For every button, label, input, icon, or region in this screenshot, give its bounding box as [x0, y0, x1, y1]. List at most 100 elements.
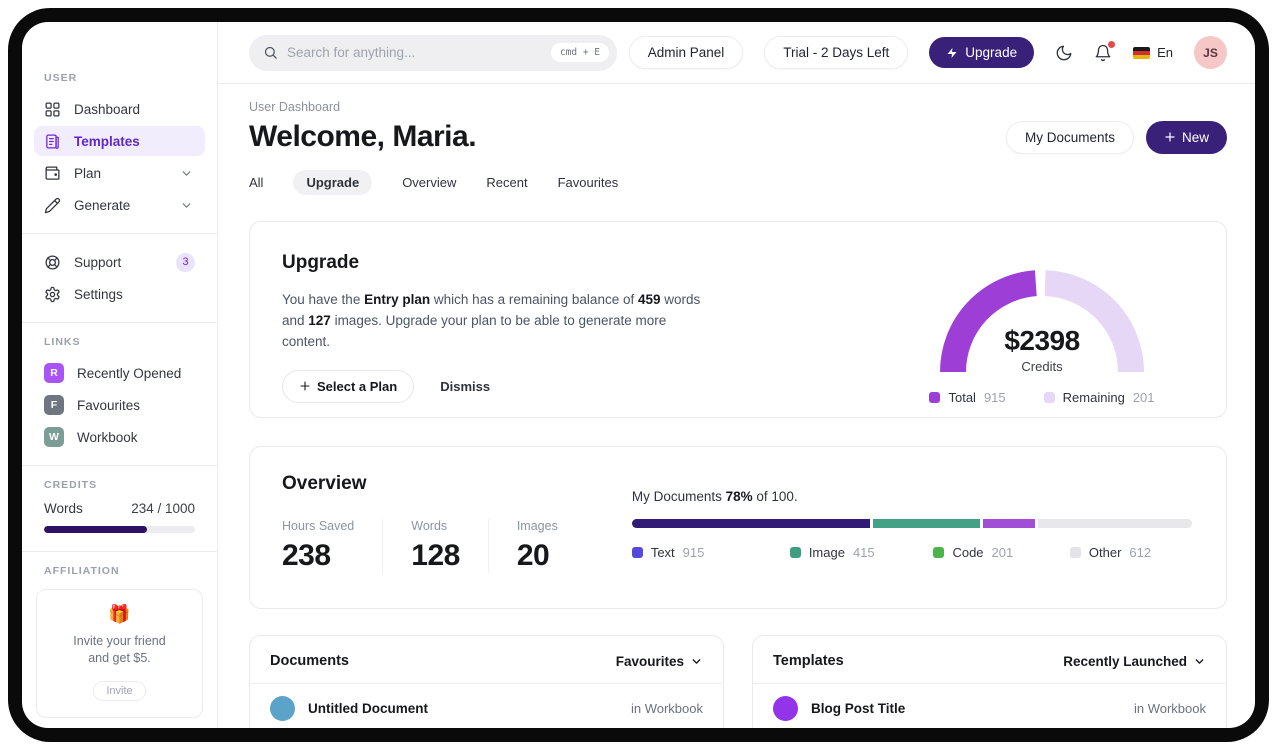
sidebar-item-templates[interactable]: Templates [34, 126, 205, 156]
plus-icon [300, 381, 310, 391]
chevron-down-icon[interactable] [178, 167, 195, 180]
dismiss-button[interactable]: Dismiss [440, 379, 490, 394]
legend-swatch [933, 547, 945, 558]
sidebar-item-dashboard[interactable]: Dashboard [34, 94, 205, 124]
overview-card: Overview Hours Saved 238 Words 128 Image… [249, 446, 1227, 609]
caption-text: My Documents [631, 489, 726, 504]
wallet-icon [45, 165, 60, 180]
images-balance: 127 [308, 312, 331, 328]
search-placeholder: Search for anything... [287, 45, 416, 60]
tab-recent[interactable]: Recent [486, 170, 527, 195]
body-text: images. Upgrade your plan to be able to … [282, 312, 667, 349]
upgrade-card: Upgrade You have the Entry plan which ha… [249, 221, 1227, 418]
body-text: which has a remaining balance of [430, 292, 638, 307]
gift-icon: 🎁 [108, 604, 131, 624]
chevron-down-icon [692, 658, 701, 664]
tab-upgrade[interactable]: Upgrade [293, 170, 373, 195]
filter-tabs: All Upgrade Overview Recent Favourites [249, 170, 1227, 195]
user-avatar[interactable]: JS [1194, 36, 1227, 69]
trial-badge-button[interactable]: Trial - 2 Days Left [764, 36, 909, 69]
upgrade-button[interactable]: Upgrade [929, 37, 1035, 68]
progress-caption: My Documents 78% of 100. [632, 489, 1192, 504]
documents-progress-block: My Documents 78% of 100. Text 915 Image … [631, 473, 1192, 608]
sidebar-item-generate[interactable]: Generate [34, 190, 205, 220]
sidebar-item-label: Favourites [77, 397, 141, 413]
gauge-value: $2398 [1004, 325, 1080, 356]
documents-filter-dropdown[interactable]: Favourites [616, 654, 703, 669]
notification-dot [1108, 40, 1116, 48]
moon-icon [1056, 45, 1072, 60]
tab-all[interactable]: All [249, 170, 263, 195]
gauge-legend: Total 915 Remaining 201 [892, 390, 1192, 405]
admin-panel-button[interactable]: Admin Panel [628, 36, 744, 69]
title-row: Welcome, Maria. My Documents New [249, 120, 1227, 154]
templates-filter-label: Recently Launched [1063, 653, 1187, 669]
stat-value: 20 [516, 539, 550, 572]
templates-card-title: Templates [773, 653, 844, 669]
plan-name: Entry plan [364, 292, 431, 307]
sidebar-item-label: Recently Opened [77, 365, 182, 381]
tab-overview[interactable]: Overview [402, 170, 456, 195]
chevron-down-icon [1195, 658, 1204, 664]
legend-label: Image [808, 545, 845, 560]
sidebar-section-affiliation: AFFILIATION [44, 565, 120, 577]
sidebar-link-workbook[interactable]: W Workbook [34, 422, 205, 452]
affiliation-card: 🎁 Invite your friend and get $5. Invite [36, 589, 203, 718]
search-icon [264, 46, 277, 59]
templates-filter-dropdown[interactable]: Recently Launched [1063, 654, 1206, 669]
sidebar-item-plan[interactable]: Plan [34, 158, 205, 188]
language-selector[interactable]: En [1133, 45, 1173, 60]
gauge-label: Credits [1021, 359, 1063, 374]
upgrade-card-title: Upgrade [282, 252, 360, 273]
topbar-actions: Admin Panel Trial - 2 Days Left Upgrade [628, 36, 1227, 69]
chevron-down-icon[interactable] [178, 199, 195, 212]
title-actions: My Documents New [1005, 120, 1227, 154]
legend-label: Other [1088, 545, 1122, 560]
tab-favourites[interactable]: Favourites [558, 170, 619, 195]
stat-label: Images [516, 519, 558, 533]
lifebuoy-icon [45, 254, 60, 270]
stat-value: 128 [411, 539, 460, 572]
gear-icon [45, 286, 60, 302]
words-balance: 459 [637, 292, 661, 307]
sidebar-item-support[interactable]: Support 3 [34, 247, 205, 277]
sidebar-link-recently-opened[interactable]: R Recently Opened [34, 358, 205, 388]
notifications-button[interactable] [1094, 40, 1116, 62]
sidebar-item-label: Templates [74, 133, 140, 149]
overview-card-title: Overview [282, 473, 367, 494]
template-row[interactable]: Blog Post Title in Workbook [753, 684, 1226, 728]
legend-other: Other 612 [1069, 545, 1192, 560]
sidebar-link-favourites[interactable]: F Favourites [34, 390, 205, 420]
affiliation-text: Invite your friend and get $5. [47, 633, 192, 667]
template-title: Blog Post Title [811, 701, 906, 716]
document-row[interactable]: Untitled Document in Workbook [250, 684, 723, 728]
credits-progress-bar [44, 526, 195, 533]
legend-swatch [929, 392, 941, 403]
select-plan-button[interactable]: Select a Plan [282, 369, 415, 403]
divider [22, 551, 217, 552]
upgrade-card-actions: Select a Plan Dismiss [282, 369, 742, 403]
templates-card: Templates Recently Launched Blog Post Ti… [752, 635, 1227, 728]
support-count-badge: 3 [176, 252, 195, 272]
legend-image: Image 415 [789, 545, 934, 560]
stat-label: Hours Saved [282, 519, 355, 533]
new-button[interactable]: New [1145, 120, 1227, 154]
legend-value: 201 [1132, 390, 1155, 405]
affiliation-line1: Invite your friend [73, 634, 166, 648]
legend-code: Code 201 [933, 545, 1069, 560]
invite-button[interactable]: Invite [93, 680, 146, 701]
documents-filter-label: Favourites [615, 653, 684, 669]
my-documents-button[interactable]: My Documents [1005, 120, 1134, 154]
segment-other [1037, 519, 1192, 528]
letter-badge: R [44, 363, 64, 383]
legend-value: 915 [682, 545, 705, 560]
documents-card: Documents Favourites Untitled Document i… [249, 635, 724, 728]
upgrade-card-body: You have the Entry plan which has a rema… [282, 290, 712, 353]
sidebar-item-settings[interactable]: Settings [34, 279, 205, 309]
divider [22, 322, 217, 323]
search-input[interactable]: Search for anything... cmd + E [249, 34, 617, 71]
documents-card-title: Documents [270, 653, 349, 669]
dark-mode-toggle[interactable] [1055, 44, 1073, 62]
content-column: Search for anything... cmd + E Admin Pan… [218, 22, 1255, 728]
stat-words: Words 128 [382, 519, 488, 573]
